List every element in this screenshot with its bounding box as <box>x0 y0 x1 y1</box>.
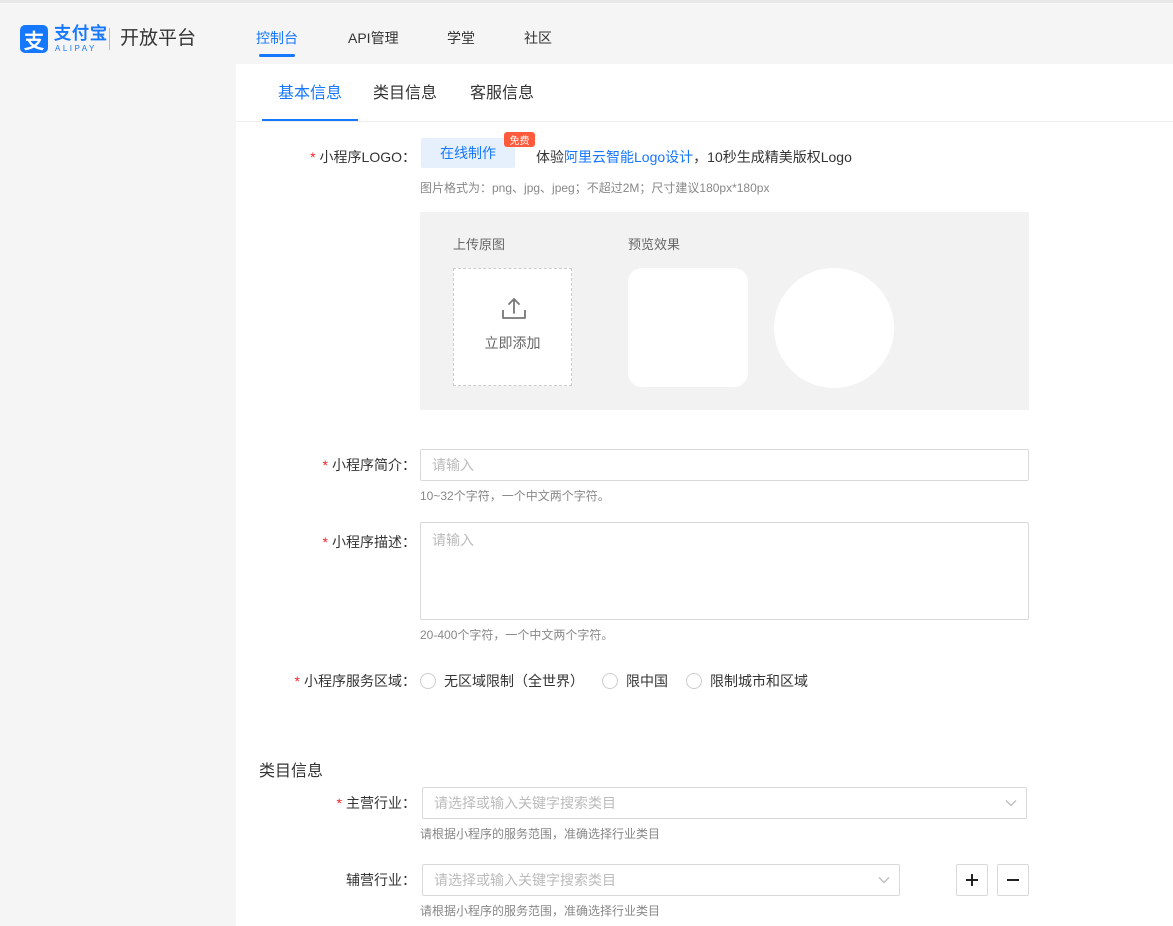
main-industry-select[interactable]: 请选择或输入关键字搜索类目 <box>422 787 1027 819</box>
intro-hint: 10~32个字符，一个中文两个字符。 <box>420 489 610 503</box>
brand-name-en: ALIPAY <box>55 44 97 53</box>
region-option-worldwide[interactable]: 无区域限制（全世界） <box>420 672 584 690</box>
nav-academy[interactable]: 学堂 <box>447 29 475 47</box>
minus-icon <box>1007 879 1019 881</box>
free-badge: 免费 <box>504 132 535 147</box>
required-mark: * <box>322 534 328 550</box>
radio-button[interactable] <box>602 673 618 689</box>
logo-format-hint: 图片格式为：png、jpg、jpeg；不超过2M；尺寸建议180px*180px <box>420 181 770 195</box>
region-option-city[interactable]: 限制城市和区域 <box>686 672 808 690</box>
main-industry-label: * 主营行业： <box>336 795 416 811</box>
logo-preview-square <box>628 268 748 387</box>
select-placeholder: 请选择或输入关键字搜索类目 <box>434 795 616 811</box>
brand-divider <box>109 28 110 50</box>
required-mark: * <box>336 795 342 811</box>
tab-bar: 基本信息 类目信息 客服信息 <box>236 64 1173 122</box>
required-mark: * <box>294 673 300 689</box>
desc-label: * 小程序描述： <box>322 534 416 550</box>
region-option-china[interactable]: 限中国 <box>602 672 668 690</box>
alipay-logo-icon[interactable]: 支 <box>20 25 48 53</box>
logo-label: * 小程序LOGO： <box>310 149 416 165</box>
preview-title: 预览效果 <box>628 237 681 252</box>
nav-api-management[interactable]: API管理 <box>348 29 399 47</box>
main-content: 基本信息 类目信息 客服信息 * 小程序LOGO： 在线制作 免费 体验阿里云智能… <box>236 64 1173 926</box>
brand-name: 支付宝 <box>54 24 108 43</box>
aliyun-logo-design-link[interactable]: 阿里云智能Logo设计 <box>564 149 693 165</box>
intro-label: * 小程序简介： <box>322 457 416 473</box>
required-mark: * <box>310 149 316 165</box>
radio-button[interactable] <box>420 673 436 689</box>
nav-community[interactable]: 社区 <box>524 29 552 47</box>
tab-active-indicator <box>262 119 358 121</box>
region-radio-group: 无区域限制（全世界） 限中国 限制城市和区域 <box>420 672 826 690</box>
logo-preview-circle <box>774 268 894 388</box>
required-mark: * <box>322 457 328 473</box>
region-label: * 小程序服务区域： <box>294 673 416 689</box>
logo-upload-dropzone[interactable]: 立即添加 <box>453 268 572 386</box>
add-industry-button[interactable] <box>956 864 988 896</box>
chevron-down-icon <box>878 877 890 884</box>
chevron-down-icon <box>1005 800 1017 807</box>
nav-console[interactable]: 控制台 <box>256 29 298 47</box>
tab-service-info[interactable]: 客服信息 <box>470 84 534 104</box>
online-make-button[interactable]: 在线制作 <box>421 138 515 168</box>
intro-input[interactable] <box>420 449 1029 481</box>
upload-icon <box>502 298 526 319</box>
category-section-title: 类目信息 <box>259 763 324 780</box>
radio-button[interactable] <box>686 673 702 689</box>
nav-active-indicator <box>259 54 295 57</box>
desc-hint: 20-400个字符，一个中文两个字符。 <box>420 628 614 642</box>
sub-industry-label: 辅营行业： <box>346 872 416 888</box>
logo-promo-text: 体验阿里云智能Logo设计，10秒生成精美版权Logo <box>536 149 852 165</box>
upload-now-label: 立即添加 <box>484 335 541 351</box>
platform-title[interactable]: 开放平台 <box>120 27 196 51</box>
main-industry-hint: 请根据小程序的服务范围，准确选择行业类目 <box>420 827 661 841</box>
tab-basic-info[interactable]: 基本信息 <box>278 84 342 104</box>
remove-industry-button[interactable] <box>997 864 1029 896</box>
tab-category-info[interactable]: 类目信息 <box>373 84 437 104</box>
sub-industry-hint: 请根据小程序的服务范围，准确选择行业类目 <box>420 904 661 918</box>
upload-original-title: 上传原图 <box>453 237 506 252</box>
top-nav-bar: 支 支付宝 ALIPAY 开放平台 控制台 API管理 学堂 社区 <box>0 0 1173 64</box>
desc-textarea[interactable] <box>420 522 1029 620</box>
select-placeholder: 请选择或输入关键字搜索类目 <box>434 872 616 888</box>
logo-upload-panel: 上传原图 预览效果 立即添加 <box>420 212 1029 410</box>
sub-industry-select[interactable]: 请选择或输入关键字搜索类目 <box>422 864 900 896</box>
plus-icon <box>966 874 978 886</box>
